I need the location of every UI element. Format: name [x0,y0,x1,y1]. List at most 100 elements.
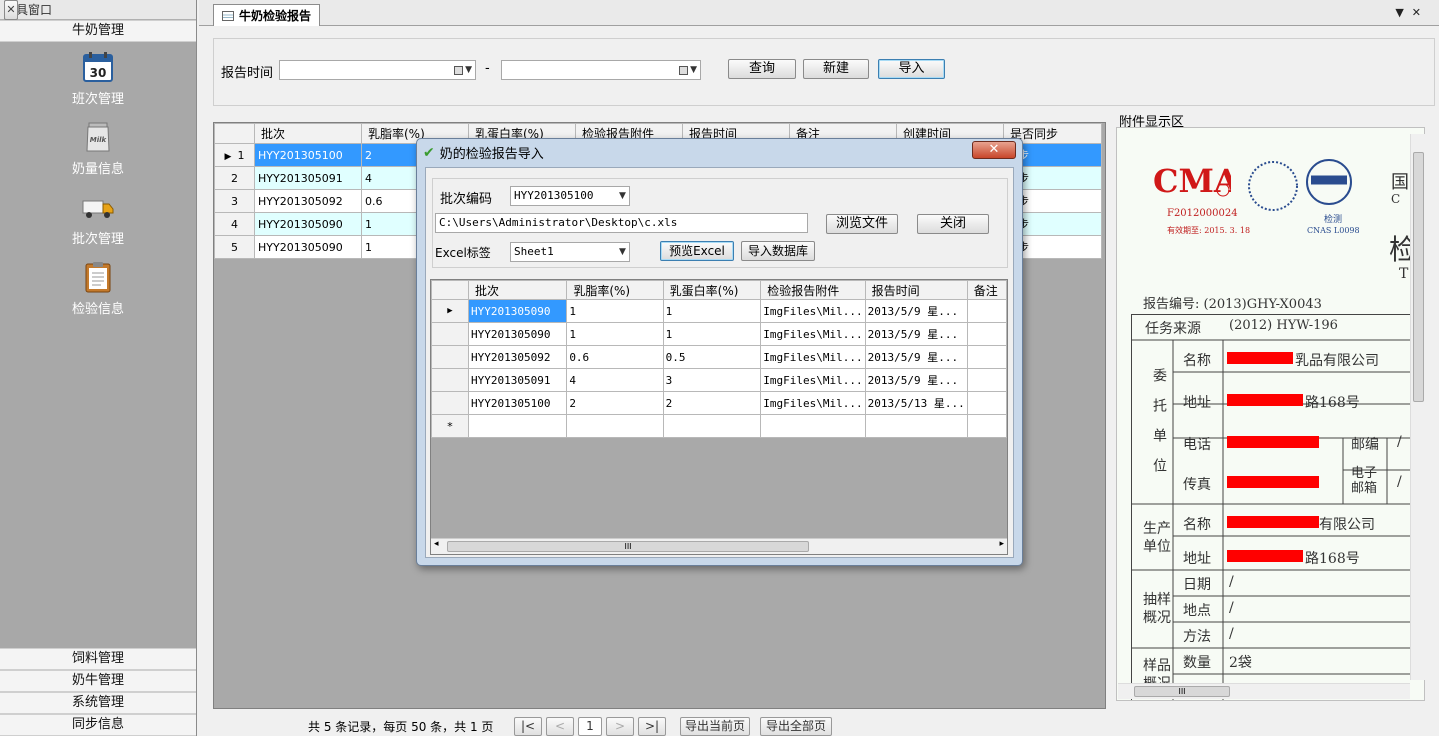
cell-attachment[interactable]: ImgFiles\Mil... [760,345,866,369]
page-number-input[interactable]: 1 [578,717,602,736]
table-row[interactable]: HYY201305091 4 3 ImgFiles\Mil... 2013/5/… [431,368,1007,392]
scroll-left-icon[interactable]: ◂ [434,539,439,549]
next-page-button[interactable]: > [606,717,634,736]
preview-horizontal-scrollbar[interactable]: ◂ III ▸ [431,538,1007,554]
export-all-button[interactable]: 导出全部页 [760,717,832,736]
import-database-button[interactable]: 导入数据库 [741,241,815,261]
nav-item-shift[interactable]: 30 班次管理 [0,42,196,112]
col-header-remark[interactable]: 备注 [966,280,1007,300]
chevron-down-icon[interactable]: ▼ [619,190,631,202]
col-header-report-time[interactable]: 报告时间 [864,280,968,300]
cell-report-time[interactable]: 2013/5/9 星... [864,368,968,392]
table-row[interactable]: HYY201305092 0.6 0.5 ImgFiles\Mil... 201… [431,345,1007,369]
nav-item-inspection[interactable]: 检验信息 [0,252,196,322]
group-system-management[interactable]: 系统管理 [0,692,196,714]
group-milk-management[interactable]: 牛奶管理 [0,20,196,42]
cell-batch[interactable]: HYY201305091 [254,166,362,190]
new-row[interactable]: * [431,414,1007,438]
close-icon[interactable]: ✕ [1412,6,1429,19]
cell-protein[interactable]: 1 [662,299,762,323]
browse-file-button[interactable]: 浏览文件 [826,214,898,234]
attachment-horizontal-scrollbar[interactable]: III [1118,683,1410,699]
cell-protein[interactable]: 3 [662,368,762,392]
nav-item-milk-volume[interactable]: Milk 奶量信息 [0,112,196,182]
cell-fat[interactable]: 1 [566,299,664,323]
cell-batch[interactable]: HYY201305090 [254,212,362,236]
group-feed-management[interactable]: 饲料管理 [0,648,196,670]
table-row[interactable]: HYY201305090 1 1 ImgFiles\Mil... 2013/5/… [431,322,1007,346]
first-page-button[interactable]: |< [514,717,542,736]
tab-milk-inspection-report[interactable]: 牛奶检验报告 [213,4,321,26]
dialog-close-button[interactable]: ✕ [972,141,1016,159]
row-header[interactable]: 3 [214,189,255,213]
table-row[interactable]: HYY201305100 2 2 ImgFiles\Mil... 2013/5/… [431,391,1007,415]
row-header[interactable]: 4 [214,212,255,236]
export-current-button[interactable]: 导出当前页 [680,717,750,736]
cell-batch[interactable]: HYY201305091 [467,368,568,392]
cell-protein[interactable]: 0.5 [662,345,762,369]
scroll-thumb[interactable] [1413,152,1424,402]
attachment-viewer[interactable]: CMA F2012000024 有效期至: 2015. 3. 18 检测 CNA… [1116,127,1425,701]
import-button[interactable]: 导入 [878,59,945,79]
row-pointer-icon[interactable]: ▶ [431,299,469,323]
row-header[interactable] [431,368,469,392]
cell-attachment[interactable]: ImgFiles\Mil... [760,368,866,392]
calendar-dropdown-icon[interactable]: ▼ [454,64,472,76]
row-header[interactable] [431,345,469,369]
row-header[interactable]: ▶ 1 [214,143,255,167]
date-from-picker[interactable]: ▼ [279,60,476,80]
batch-code-select[interactable]: HYY201305100 ▼ [510,186,630,206]
sheet-select[interactable]: Sheet1 ▼ [510,242,630,262]
cell-batch[interactable]: HYY201305090 [254,235,362,259]
scroll-right-icon[interactable]: ▸ [999,539,1004,549]
col-header-fat[interactable]: 乳脂率(%) [566,280,664,300]
last-page-button[interactable]: >| [638,717,666,736]
cell-batch[interactable]: HYY201305092 [467,345,568,369]
row-header[interactable]: 5 [214,235,255,259]
cell-batch[interactable]: HYY201305090 [467,299,568,323]
chevron-down-icon[interactable]: ▼ [619,246,631,258]
row-header[interactable]: 2 [214,166,255,190]
cell-batch[interactable]: HYY201305100 [467,391,568,415]
new-button[interactable]: 新建 [803,59,869,79]
cell-report-time[interactable]: 2013/5/9 星... [864,299,968,323]
cell-batch[interactable]: HYY201305090 [467,322,568,346]
prev-page-button[interactable]: < [546,717,574,736]
group-sync-info[interactable]: 同步信息 [0,714,196,736]
preview-excel-button[interactable]: 预览Excel [660,241,734,261]
row-header[interactable] [431,322,469,346]
cell-protein[interactable]: 1 [662,322,762,346]
row-header[interactable] [431,391,469,415]
cell-attachment[interactable]: ImgFiles\Mil... [760,391,866,415]
date-to-picker[interactable]: ▼ [501,60,701,80]
cell-attachment[interactable]: ImgFiles\Mil... [760,322,866,346]
scroll-thumb[interactable]: III [1134,686,1230,697]
chevron-down-icon[interactable]: ▼ [1395,6,1411,19]
table-row[interactable]: ▶ HYY201305090 1 1 ImgFiles\Mil... 2013/… [431,299,1007,323]
cell-fat[interactable]: 0.6 [566,345,664,369]
attachment-vertical-scrollbar[interactable] [1410,134,1426,680]
calendar-dropdown-icon[interactable]: ▼ [679,64,697,76]
cell-batch[interactable]: HYY201305092 [254,189,362,213]
col-header-protein[interactable]: 乳蛋白率(%) [662,280,762,300]
col-header-attachment[interactable]: 检验报告附件 [760,280,866,300]
cell-batch[interactable]: HYY201305100 [254,143,362,167]
close-icon[interactable]: ✕ [4,0,18,20]
cell-fat[interactable]: 4 [566,368,664,392]
col-header-batch[interactable]: 批次 [467,280,568,300]
cell-protein[interactable]: 2 [662,391,762,415]
cell-fat[interactable]: 2 [566,391,664,415]
close-button[interactable]: 关闭 [917,214,989,234]
cell-report-time[interactable]: 2013/5/9 星... [864,322,968,346]
group-cow-management[interactable]: 奶牛管理 [0,670,196,692]
cell-fat[interactable]: 1 [566,322,664,346]
cell-attachment[interactable]: ImgFiles\Mil... [760,299,866,323]
cell-report-time[interactable]: 2013/5/13 星... [864,391,968,415]
nav-item-batch[interactable]: 批次管理 [0,182,196,252]
file-path-input[interactable]: C:\Users\Administrator\Desktop\c.xls [435,213,808,233]
query-button[interactable]: 查询 [728,59,796,79]
new-row-marker[interactable]: * [431,414,469,438]
scroll-thumb[interactable]: III [447,541,809,552]
cell-report-time[interactable]: 2013/5/9 星... [864,345,968,369]
col-header-batch[interactable]: 批次 [254,123,362,144]
